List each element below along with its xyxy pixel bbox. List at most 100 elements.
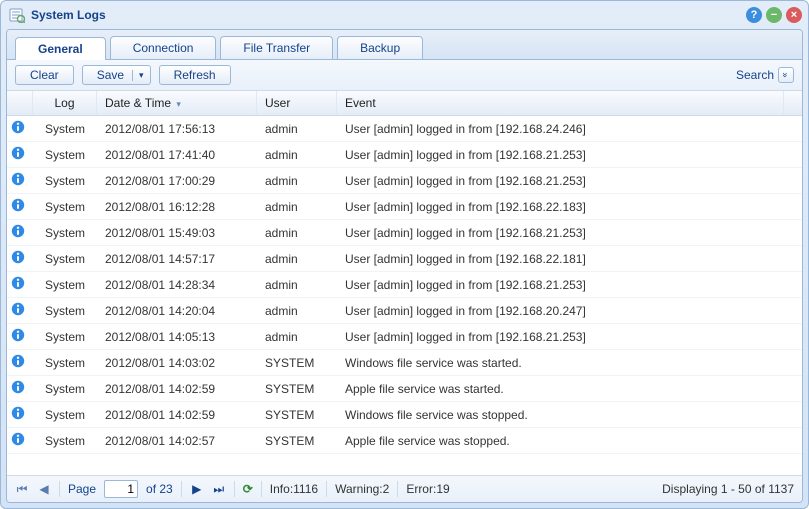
table-row[interactable]: System2012/08/01 15:49:03adminUser [admi…	[7, 220, 802, 246]
col-header-event[interactable]: Event	[337, 91, 784, 115]
cell-log: System	[33, 429, 97, 453]
cell-log: System	[33, 221, 97, 245]
cell-user: admin	[257, 195, 337, 219]
search-label: Search	[736, 68, 774, 82]
page-last-button[interactable]: ⏭	[212, 482, 226, 497]
save-button[interactable]: Save ▾	[82, 65, 151, 85]
table-row[interactable]: System2012/08/01 17:56:13adminUser [admi…	[7, 116, 802, 142]
col-header-user[interactable]: User	[257, 91, 337, 115]
cell-event: Apple file service was started.	[337, 377, 802, 401]
table-row[interactable]: System2012/08/01 14:02:59SYSTEMWindows f…	[7, 402, 802, 428]
cell-user: admin	[257, 247, 337, 271]
client-area: General Connection File Transfer Backup …	[6, 29, 803, 503]
cell-date: 2012/08/01 14:28:34	[97, 273, 257, 297]
cell-log: System	[33, 325, 97, 349]
grid-header: Log Date & Time ▾ User Event	[7, 91, 802, 116]
cell-user: admin	[257, 299, 337, 323]
cell-date: 2012/08/01 14:57:17	[97, 247, 257, 271]
cell-log: System	[33, 195, 97, 219]
metric-error: Error:19	[406, 482, 449, 496]
cell-user: SYSTEM	[257, 377, 337, 401]
info-icon	[11, 276, 25, 290]
cell-date: 2012/08/01 14:02:59	[97, 377, 257, 401]
refresh-icon[interactable]: ⟳	[243, 482, 253, 496]
info-icon	[11, 250, 25, 264]
table-row[interactable]: System2012/08/01 16:12:28adminUser [admi…	[7, 194, 802, 220]
cell-user: SYSTEM	[257, 351, 337, 375]
cell-user: admin	[257, 143, 337, 167]
page-next-button[interactable]: ▶	[190, 482, 204, 496]
cell-date: 2012/08/01 16:12:28	[97, 195, 257, 219]
cell-log: System	[33, 273, 97, 297]
table-row[interactable]: System2012/08/01 14:05:13adminUser [admi…	[7, 324, 802, 350]
cell-user: SYSTEM	[257, 403, 337, 427]
cell-user: admin	[257, 169, 337, 193]
table-row[interactable]: System2012/08/01 14:03:02SYSTEMWindows f…	[7, 350, 802, 376]
tab-general[interactable]: General	[15, 37, 106, 60]
cell-date: 2012/08/01 17:41:40	[97, 143, 257, 167]
tab-connection[interactable]: Connection	[110, 36, 217, 59]
table-row[interactable]: System2012/08/01 17:00:29adminUser [admi…	[7, 168, 802, 194]
page-input[interactable]	[104, 480, 138, 498]
info-icon	[11, 432, 25, 446]
cell-event: Windows file service was started.	[337, 351, 802, 375]
cell-event: User [admin] logged in from [192.168.22.…	[337, 195, 802, 219]
cell-date: 2012/08/01 17:56:13	[97, 117, 257, 141]
refresh-button[interactable]: Refresh	[159, 65, 231, 85]
page-prev-button[interactable]: ◀	[37, 482, 51, 496]
page-first-button[interactable]: ⏮	[15, 482, 29, 497]
table-row[interactable]: System2012/08/01 14:20:04adminUser [admi…	[7, 298, 802, 324]
app-icon	[9, 7, 25, 23]
cell-date: 2012/08/01 14:05:13	[97, 325, 257, 349]
col-header-date-label: Date & Time	[105, 96, 171, 110]
minimize-button[interactable]: −	[766, 7, 782, 23]
table-row[interactable]: System2012/08/01 14:57:17adminUser [admi…	[7, 246, 802, 272]
cell-log: System	[33, 351, 97, 375]
info-icon	[11, 302, 25, 316]
cell-log: System	[33, 143, 97, 167]
table-row[interactable]: System2012/08/01 14:02:59SYSTEMApple fil…	[7, 376, 802, 402]
cell-date: 2012/08/01 15:49:03	[97, 221, 257, 245]
col-header-icon[interactable]	[7, 91, 33, 115]
cell-event: Windows file service was stopped.	[337, 403, 802, 427]
cell-date: 2012/08/01 14:03:02	[97, 351, 257, 375]
tabstrip: General Connection File Transfer Backup	[7, 30, 802, 60]
cell-log: System	[33, 299, 97, 323]
cell-event: User [admin] logged in from [192.168.21.…	[337, 221, 802, 245]
table-row[interactable]: System2012/08/01 17:41:40adminUser [admi…	[7, 142, 802, 168]
cell-log: System	[33, 117, 97, 141]
cell-date: 2012/08/01 14:02:59	[97, 403, 257, 427]
close-button[interactable]: ×	[786, 7, 802, 23]
info-icon	[11, 328, 25, 342]
cell-event: User [admin] logged in from [192.168.21.…	[337, 325, 802, 349]
search-expand-button[interactable]: »	[778, 67, 794, 83]
metric-info: Info:1116	[270, 482, 318, 496]
help-button[interactable]: ?	[746, 7, 762, 23]
table-row[interactable]: System2012/08/01 14:02:57SYSTEMApple fil…	[7, 428, 802, 454]
col-header-date[interactable]: Date & Time ▾	[97, 91, 257, 115]
tab-backup[interactable]: Backup	[337, 36, 423, 59]
cell-log: System	[33, 247, 97, 271]
clear-button[interactable]: Clear	[15, 65, 74, 85]
cell-log: System	[33, 377, 97, 401]
grid-body[interactable]: System2012/08/01 17:56:13adminUser [admi…	[7, 116, 802, 475]
cell-user: admin	[257, 273, 337, 297]
col-header-log[interactable]: Log	[33, 91, 97, 115]
info-icon	[11, 120, 25, 134]
cell-user: admin	[257, 117, 337, 141]
cell-event: User [admin] logged in from [192.168.21.…	[337, 273, 802, 297]
cell-event: User [admin] logged in from [192.168.20.…	[337, 299, 802, 323]
tab-file-transfer[interactable]: File Transfer	[220, 36, 333, 59]
chevron-down-icon: ▾	[132, 70, 144, 81]
col-header-scrollpad	[784, 91, 802, 115]
cell-date: 2012/08/01 17:00:29	[97, 169, 257, 193]
page-label-post: of 23	[146, 482, 173, 496]
table-row[interactable]: System2012/08/01 14:28:34adminUser [admi…	[7, 272, 802, 298]
cell-event: User [admin] logged in from [192.168.21.…	[337, 169, 802, 193]
metric-warning: Warning:2	[335, 482, 389, 496]
info-icon	[11, 146, 25, 160]
cell-date: 2012/08/01 14:02:57	[97, 429, 257, 453]
cell-user: admin	[257, 221, 337, 245]
cell-event: User [admin] logged in from [192.168.24.…	[337, 117, 802, 141]
system-logs-window: System Logs ? − × General Connection Fil…	[0, 0, 809, 509]
